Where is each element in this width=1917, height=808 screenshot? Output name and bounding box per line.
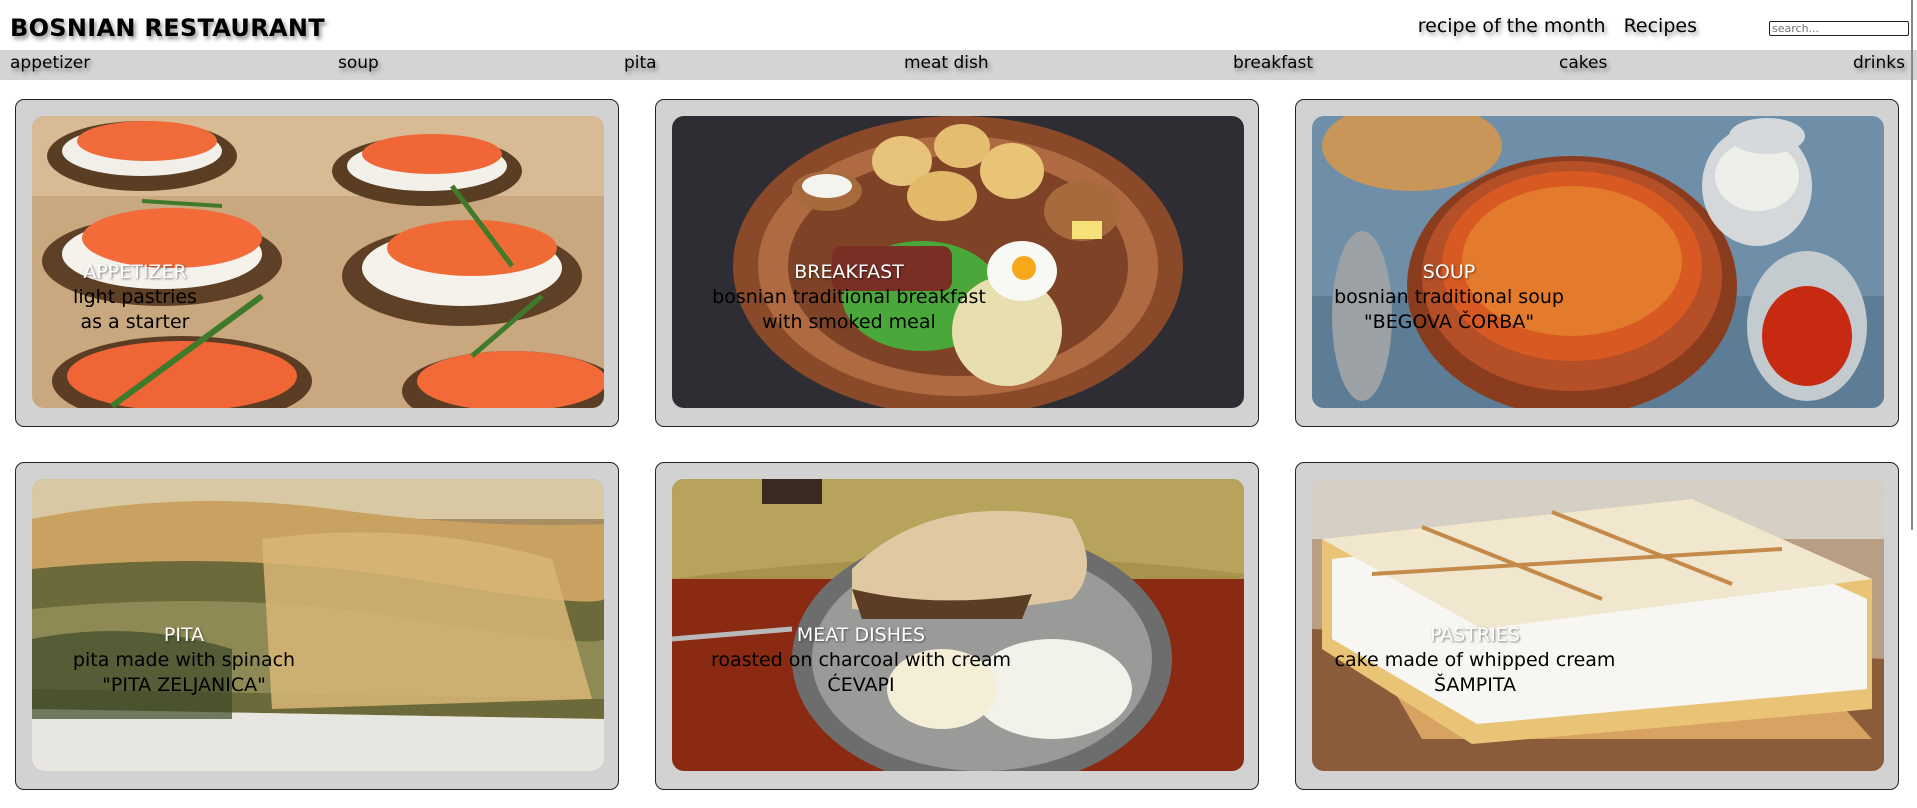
card-line2: "BEGOVA ČORBA" (1363, 311, 1535, 333)
pastries-caption: PASTRIES cake made of whipped cream ŠAMP… (1335, 623, 1616, 698)
card-line1: pita made with spinach (72, 649, 296, 671)
card-line1: bosnian traditional breakfast (712, 286, 986, 308)
card-line2: as a starter (80, 311, 190, 333)
card-title: SOUP (1422, 261, 1476, 283)
card-pita[interactable]: PITA pita made with spinach "PITA ZELJAN… (15, 462, 619, 790)
recipe-of-month-link[interactable]: recipe of the month (1418, 15, 1606, 37)
breakfast-caption: BREAKFAST bosnian traditional breakfast … (712, 260, 986, 335)
card-line1: bosnian traditional soup (1334, 286, 1564, 308)
pita-caption: PITA pita made with spinach "PITA ZELJAN… (73, 623, 295, 698)
card-title: APPETIZER (83, 261, 187, 283)
card-line1: cake made of whipped cream (1334, 649, 1616, 671)
nav-item-cakes[interactable]: cakes (1559, 53, 1607, 73)
category-nav: appetizer soup pita meat dish breakfast … (0, 50, 1917, 80)
search-input[interactable] (1769, 21, 1909, 36)
soup-caption: SOUP bosnian traditional soup "BEGOVA ČO… (1334, 260, 1564, 335)
card-line2: ŠAMPITA (1433, 674, 1516, 696)
nav-item-soup[interactable]: soup (338, 53, 379, 73)
card-title: MEAT DISHES (796, 624, 926, 646)
card-line1: roasted on charcoal with cream (710, 649, 1012, 671)
card-soup[interactable]: SOUP bosnian traditional soup "BEGOVA ČO… (1295, 99, 1899, 427)
nav-item-meat-dish[interactable]: meat dish (904, 53, 989, 73)
top-links: recipe of the month Recipes (1418, 15, 1697, 37)
card-meat-dishes[interactable]: MEAT DISHES roasted on charcoal with cre… (655, 462, 1259, 790)
card-pastries[interactable]: PASTRIES cake made of whipped cream ŠAMP… (1295, 462, 1899, 790)
card-line2: ĆEVAPI (827, 674, 895, 696)
card-title: BREAKFAST (794, 261, 904, 283)
card-breakfast[interactable]: BREAKFAST bosnian traditional breakfast … (655, 99, 1259, 427)
nav-item-pita[interactable]: pita (624, 53, 657, 73)
card-line2: "PITA ZELJANICA" (102, 674, 266, 696)
card-line2: with smoked meal (762, 311, 936, 333)
card-appetizer[interactable]: APPETIZER light pastries as a starter (15, 99, 619, 427)
card-title: PASTRIES (1430, 624, 1520, 646)
recipes-link[interactable]: Recipes (1624, 15, 1697, 37)
meat-dishes-caption: MEAT DISHES roasted on charcoal with cre… (711, 623, 1011, 698)
page-scrollbar[interactable] (1911, 0, 1913, 530)
card-title: PITA (163, 624, 205, 646)
nav-item-breakfast[interactable]: breakfast (1233, 53, 1313, 73)
site-logo[interactable]: BOSNIAN RESTAURANT (10, 14, 325, 42)
appetizer-caption: APPETIZER light pastries as a starter (73, 260, 197, 335)
card-line1: light pastries (73, 286, 197, 308)
nav-item-drinks[interactable]: drinks (1853, 53, 1905, 73)
nav-item-appetizer[interactable]: appetizer (10, 53, 90, 73)
site-header: BOSNIAN RESTAURANT recipe of the month R… (0, 0, 1917, 50)
